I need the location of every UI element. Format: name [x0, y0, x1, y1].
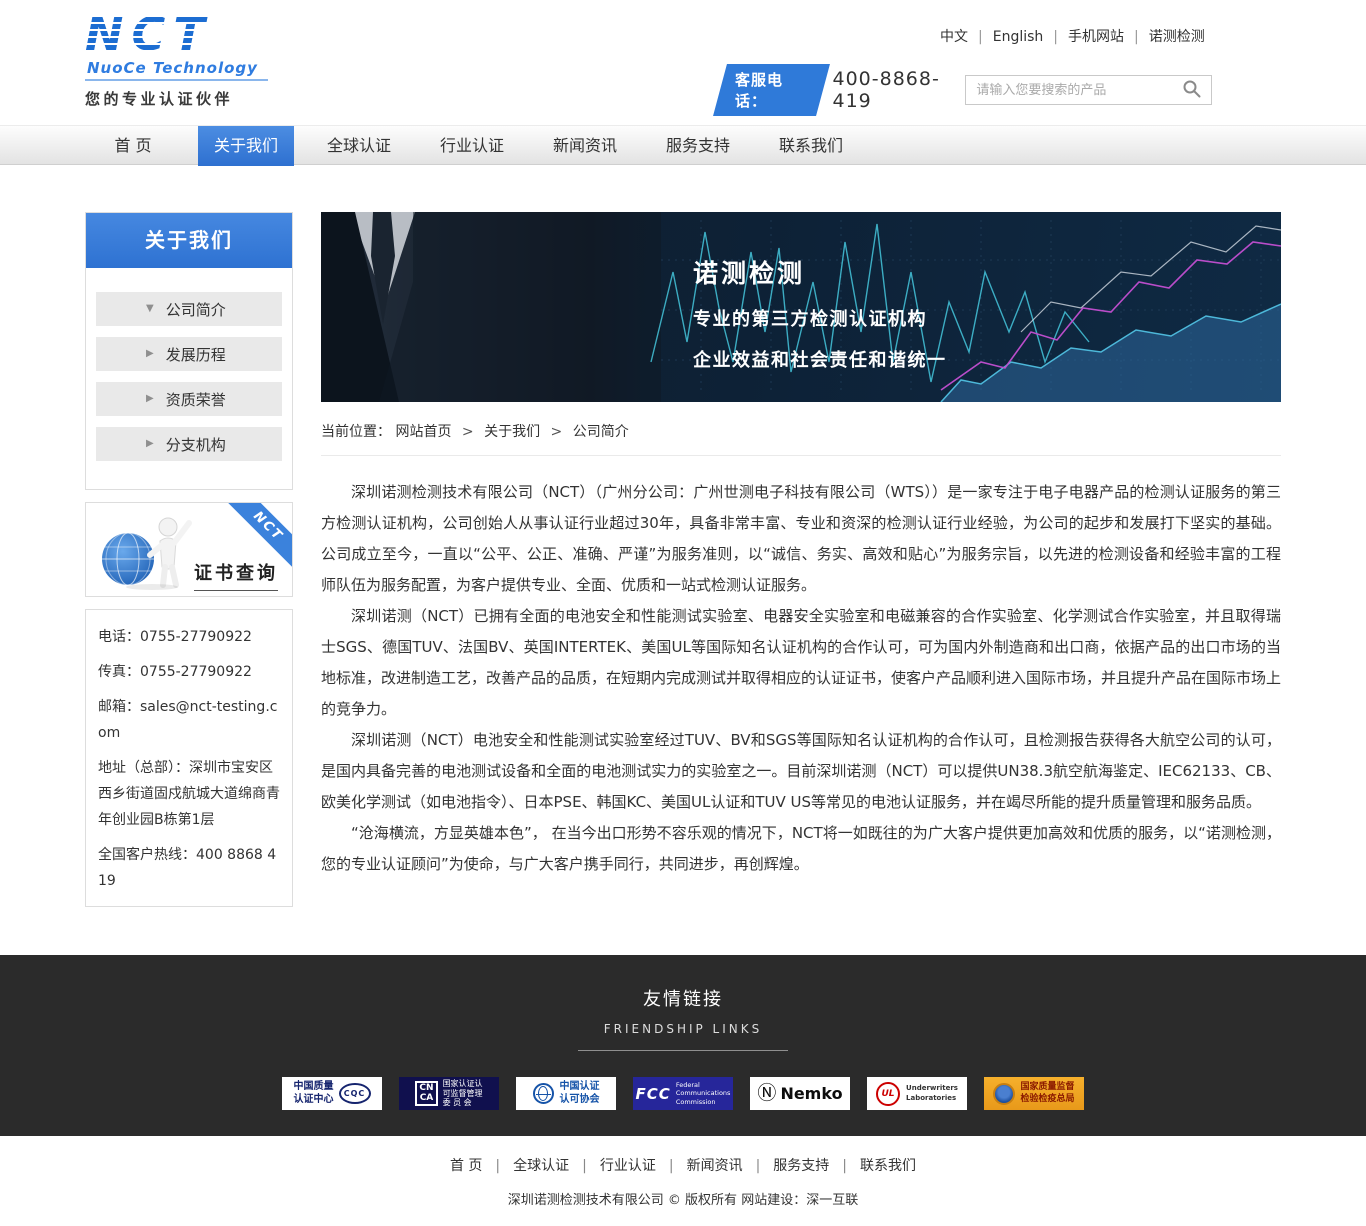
sidebar-item-development-history[interactable]: ▶ 发展历程	[96, 337, 282, 371]
site-logo[interactable]: NCT NuoCe Technology 您的专业认证伙伴	[85, 10, 268, 109]
service-phone-label: 客服电话：	[713, 64, 829, 116]
breadcrumb-separator: >	[551, 424, 563, 440]
header-right: 中文English手机网站诺测检测 客服电话： 400-8868-419	[714, 26, 1212, 116]
main-area: 关于我们 ▼ 公司简介 ▶ 发展历程 ▶ 资质荣誉 ▶ 分支机构	[85, 212, 1281, 907]
search-icon	[1182, 79, 1202, 102]
ccaa-globe-icon	[533, 1083, 554, 1104]
about-menu: 关于我们 ▼ 公司简介 ▶ 发展历程 ▶ 资质荣誉 ▶ 分支机构	[85, 212, 293, 490]
aqsiq-emblem-icon	[993, 1083, 1015, 1105]
logo-subtitle: NuoCe Technology	[85, 59, 268, 81]
hero-banner: 诺测检测 专业的第三方检测认证机构 企业效益和社会责任和谐统一	[321, 212, 1281, 402]
partner-logo-nemko[interactable]: Ⓝ Nemko	[750, 1077, 850, 1110]
partner-logo-fcc[interactable]: FCC FederalCommunicationsCommission	[633, 1077, 733, 1110]
article-paragraph: “沧海横流，方显英雄本色”， 在当今出口形势不容乐观的情况下，NCT将一如既往的…	[321, 818, 1281, 880]
logo-tagline: 您的专业认证伙伴	[85, 88, 268, 109]
lang-link-english[interactable]: English	[968, 29, 1043, 45]
partner-logo-ul[interactable]: UL UnderwritersLaboratories	[867, 1077, 967, 1110]
contact-phone: 电话：0755-27790922	[98, 624, 280, 650]
banner-subtitle-2: 企业效益和社会责任和谐统一	[693, 346, 947, 372]
sidebar-item-company-profile[interactable]: ▼ 公司简介	[96, 292, 282, 326]
banner-title: 诺测检测	[693, 254, 947, 290]
breadcrumb-about[interactable]: 关于我们	[484, 424, 540, 440]
top-links: 中文English手机网站诺测检测	[940, 26, 1212, 46]
partner-logo-cqc[interactable]: 中国质量认证中心 CQC	[282, 1077, 382, 1110]
sidebar: 关于我们 ▼ 公司简介 ▶ 发展历程 ▶ 资质荣誉 ▶ 分支机构	[85, 212, 293, 907]
article-paragraph: 深圳诺测（NCT）电池安全和性能测试实验室经过TUV、BV和SGS等国际知名认证…	[321, 725, 1281, 818]
nav-item-global-certification[interactable]: 全球认证	[311, 126, 407, 166]
breadcrumb-home[interactable]: 网站首页	[395, 424, 451, 440]
sidebar-item-label: 公司简介	[166, 299, 226, 320]
chevron-right-icon: ▶	[146, 349, 154, 359]
sidebar-item-label: 分支机构	[166, 434, 226, 455]
logo-text: NCT	[85, 10, 219, 58]
nav-item-home[interactable]: 首 页	[85, 126, 181, 166]
breadcrumb-company-profile[interactable]: 公司简介	[573, 424, 629, 440]
content-column: 诺测检测 专业的第三方检测认证机构 企业效益和社会责任和谐统一 当前位置： 网站…	[321, 212, 1281, 880]
friendship-links-footer: 友情链接 FRIENDSHIP LINKS 中国质量认证中心 CQC CNCA …	[0, 955, 1366, 1136]
main-nav: 首 页 关于我们 全球认证 行业认证 新闻资讯 服务支持 联系我们	[0, 125, 1366, 165]
footer-link-global-certification[interactable]: 全球认证	[482, 1158, 569, 1174]
footer-link-news[interactable]: 新闻资讯	[656, 1158, 743, 1174]
certificate-query-banner[interactable]: NCT 证书查询	[85, 502, 293, 597]
sidebar-item-qualification-honor[interactable]: ▶ 资质荣誉	[96, 382, 282, 416]
contact-address: 地址（总部）：深圳市宝安区西乡街道固戍航城大道绵商青年创业园B栋第1层	[98, 755, 280, 833]
footer-link-contact[interactable]: 联系我们	[829, 1158, 916, 1174]
sidebar-item-label: 发展历程	[166, 344, 226, 365]
nav-item-industry-certification[interactable]: 行业认证	[424, 126, 520, 166]
search-button[interactable]	[1173, 76, 1211, 104]
sidebar-menu-title: 关于我们	[86, 213, 292, 268]
footer-link-home[interactable]: 首 页	[450, 1158, 482, 1174]
service-phone-number: 400-8868-419	[833, 68, 966, 112]
nemko-circle-n-icon: Ⓝ	[757, 1084, 776, 1103]
company-profile-article: 深圳诺测检测技术有限公司（NCT）（广州分公司：广州世测电子科技有限公司（WTS…	[321, 477, 1281, 880]
certificate-query-label: 证书查询	[194, 559, 278, 591]
breadcrumb: 当前位置： 网站首页 > 关于我们 > 公司简介	[321, 421, 1281, 456]
ul-circle-icon: UL	[876, 1082, 900, 1106]
contact-fax: 传真：0755-27790922	[98, 659, 280, 685]
footer-link-industry-certification[interactable]: 行业认证	[569, 1158, 656, 1174]
contact-email: 邮箱：sales@nct-testing.com	[98, 694, 280, 746]
nav-item-about[interactable]: 关于我们	[198, 126, 294, 166]
footer-link-service-support[interactable]: 服务支持	[743, 1158, 830, 1174]
partner-logo-ccaa[interactable]: 中国认证认可协会	[516, 1077, 616, 1110]
footer-nav-links: 首 页全球认证行业认证新闻资讯服务支持联系我们	[0, 1155, 1366, 1175]
partner-logo-row: 中国质量认证中心 CQC CNCA 国家认证认可监督管理委 员 会 中国认证认可…	[0, 1077, 1366, 1110]
friendship-title: 友情链接	[0, 985, 1366, 1011]
sidebar-item-branches[interactable]: ▶ 分支机构	[96, 427, 282, 461]
article-paragraph: 深圳诺测（NCT）已拥有全面的电池安全和性能测试实验室、电器安全实验室和电磁兼容…	[321, 601, 1281, 725]
lang-link-chinese[interactable]: 中文	[940, 29, 968, 45]
article-paragraph: 深圳诺测检测技术有限公司（NCT）（广州分公司：广州世测电子科技有限公司（WTS…	[321, 477, 1281, 601]
sidebar-item-label: 资质荣誉	[166, 389, 226, 410]
breadcrumb-separator: >	[462, 424, 474, 440]
breadcrumb-prefix: 当前位置：	[321, 424, 391, 440]
contact-info: 电话：0755-27790922 传真：0755-27790922 邮箱：sal…	[85, 609, 293, 907]
fcc-emblem-icon: FCC	[636, 1085, 671, 1103]
copyright-text: 深圳诺测检测技术有限公司 © 版权所有 网站建设：深一互联	[0, 1189, 1366, 1208]
search-input[interactable]	[966, 76, 1173, 104]
partner-logo-aqsiq[interactable]: 国家质量监督检验检疫总局	[984, 1077, 1084, 1110]
partner-logo-cnca[interactable]: CNCA 国家认证认可监督管理委 员 会	[399, 1077, 499, 1110]
contact-hotline: 全国客户热线：400 8868 419	[98, 842, 280, 894]
nav-item-service-support[interactable]: 服务支持	[650, 126, 746, 166]
chevron-right-icon: ▶	[146, 439, 154, 449]
cqc-emblem-icon: CQC	[339, 1083, 371, 1104]
nav-item-contact[interactable]: 联系我们	[763, 126, 859, 166]
nct-testing-link[interactable]: 诺测检测	[1124, 29, 1205, 45]
banner-text: 诺测检测 专业的第三方检测认证机构 企业效益和社会责任和谐统一	[693, 254, 947, 372]
site-header: NCT NuoCe Technology 您的专业认证伙伴 中文English手…	[0, 0, 1366, 125]
nav-item-news[interactable]: 新闻资讯	[537, 126, 633, 166]
chevron-right-icon: ▶	[146, 394, 154, 404]
mobile-site-link[interactable]: 手机网站	[1043, 29, 1124, 45]
banner-subtitle-1: 专业的第三方检测认证机构	[693, 305, 947, 331]
cnca-emblem-icon: CNCA	[415, 1081, 437, 1107]
globe-figure-illustration	[92, 511, 196, 595]
bottom-footer: 首 页全球认证行业认证新闻资讯服务支持联系我们 深圳诺测检测技术有限公司 © 版…	[0, 1136, 1366, 1226]
search-box	[965, 75, 1212, 105]
chevron-down-icon: ▼	[146, 304, 154, 314]
friendship-subtitle: FRIENDSHIP LINKS	[578, 1022, 789, 1051]
